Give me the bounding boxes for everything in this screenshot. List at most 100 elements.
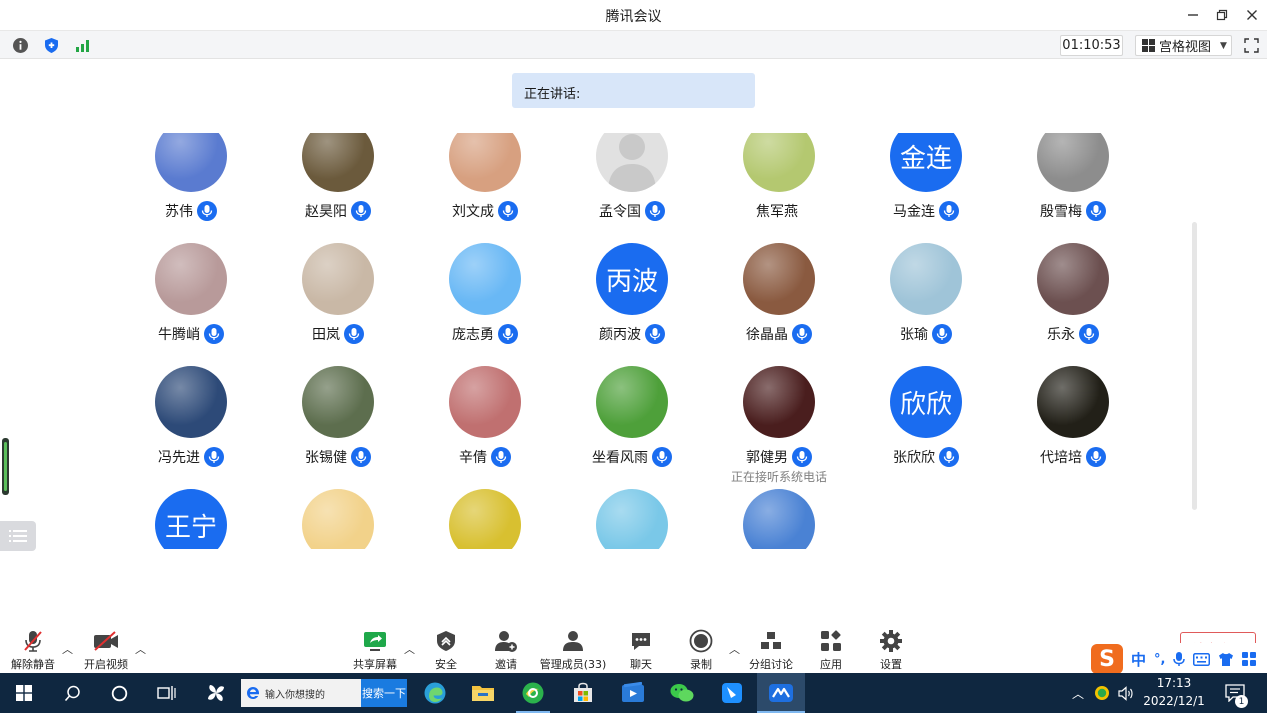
fullscreen-button[interactable]: [1241, 35, 1261, 56]
invite-button[interactable]: 邀请: [488, 627, 524, 673]
participant-tile[interactable]: 辛倩: [412, 366, 558, 489]
ime-skin-button[interactable]: [1218, 652, 1234, 667]
pinwheel-icon: [208, 685, 224, 701]
wechat-button[interactable]: [665, 673, 699, 713]
browser-search-input[interactable]: 输入你想搜的: [241, 679, 361, 707]
notification-center-button[interactable]: 1: [1222, 673, 1248, 713]
participant-name: 赵昊阳: [305, 204, 347, 220]
start-video-label: 开启视频: [84, 658, 128, 671]
gear-icon: [880, 630, 902, 652]
ime-language-toggle[interactable]: 中: [1131, 649, 1146, 670]
start-button[interactable]: [8, 673, 40, 713]
browser-search-button[interactable]: 搜索一下: [361, 679, 407, 707]
movies-tv-button[interactable]: [616, 673, 650, 713]
edge-icon: [424, 682, 446, 704]
share-screen-icon: [364, 632, 386, 651]
participant-name: 乐永: [1047, 327, 1075, 343]
breakout-button[interactable]: 分组讨论: [748, 627, 794, 673]
participant-tile[interactable]: 张瑜: [853, 243, 999, 366]
meeting-info-button[interactable]: [11, 36, 29, 54]
close-button[interactable]: [1239, 4, 1265, 26]
view-mode-dropdown[interactable]: 宫格视图 ▼: [1135, 35, 1232, 56]
participant-tile[interactable]: [265, 489, 411, 549]
security-button[interactable]: 安全: [428, 627, 464, 673]
store-button[interactable]: [566, 673, 600, 713]
mic-icon: [1083, 328, 1095, 340]
shield-icon: [44, 37, 58, 53]
network-signal-button[interactable]: [73, 36, 91, 54]
pinwheel-app-button[interactable]: [199, 673, 233, 713]
participant-tile[interactable]: 代培培: [1000, 366, 1146, 489]
tray-app-icon[interactable]: [1092, 673, 1112, 713]
participant-avatar: [890, 243, 962, 315]
ime-toolbox-button[interactable]: [1242, 652, 1257, 666]
taskbar-search-button[interactable]: [56, 673, 88, 713]
participant-name-row: 牛腾峭: [118, 324, 264, 344]
participant-list-toggle[interactable]: [0, 521, 36, 551]
participant-tile[interactable]: 殷雪梅: [1000, 133, 1146, 243]
participant-tile[interactable]: 金连 马金连: [853, 133, 999, 243]
video-options-caret[interactable]: ︿: [135, 641, 146, 657]
volume-button[interactable]: [1116, 673, 1136, 713]
restore-button[interactable]: [1209, 4, 1235, 26]
record-button[interactable]: 录制: [683, 627, 719, 673]
participant-tile[interactable]: 庞志勇: [412, 243, 558, 366]
participant-tile[interactable]: 苏伟: [118, 133, 264, 243]
audio-options-caret[interactable]: ︿: [62, 641, 73, 657]
share-screen-button[interactable]: 共享屏幕: [352, 627, 398, 673]
mic-icon: [649, 205, 661, 217]
participant-tile[interactable]: 焦军燕: [706, 133, 852, 243]
settings-button[interactable]: 设置: [873, 627, 909, 673]
unmute-button[interactable]: 解除静音: [10, 627, 56, 673]
file-explorer-button[interactable]: [466, 673, 500, 713]
participant-tile[interactable]: 赵昊阳: [265, 133, 411, 243]
security-shield-button[interactable]: [42, 36, 60, 54]
participant-tile[interactable]: 郭健男 正在接听系统电话: [706, 366, 852, 489]
participant-tile[interactable]: [559, 489, 705, 549]
participant-avatar: [596, 366, 668, 438]
participant-name-row: 冯先进: [118, 447, 264, 467]
cortana-button[interactable]: [103, 673, 135, 713]
avatar-initials: 丙波: [605, 266, 658, 297]
ime-punctuation-toggle[interactable]: °,: [1154, 652, 1165, 667]
participant-tile[interactable]: 孟令国: [559, 133, 705, 243]
participant-tile[interactable]: 徐晶晶: [706, 243, 852, 366]
participant-tile[interactable]: 丙波 颜丙波: [559, 243, 705, 366]
participant-tile[interactable]: 张锡健: [265, 366, 411, 489]
participant-tile[interactable]: 牛腾峭: [118, 243, 264, 366]
participant-avatar: [743, 366, 815, 438]
unmute-label: 解除静音: [11, 658, 55, 671]
start-video-button[interactable]: 开启视频: [82, 627, 130, 673]
apps-button[interactable]: 应用: [813, 627, 849, 673]
participant-tile[interactable]: [412, 489, 558, 549]
participant-tile[interactable]: 冯先进: [118, 366, 264, 489]
participant-tile[interactable]: 乐永: [1000, 243, 1146, 366]
clock-time[interactable]: 17:13: [1142, 676, 1206, 690]
participant-tile[interactable]: 田岚: [265, 243, 411, 366]
ime-voice-button[interactable]: [1173, 651, 1186, 667]
share-options-caret[interactable]: ︿: [404, 641, 415, 657]
grid-scrollbar[interactable]: [1192, 222, 1197, 510]
record-options-caret[interactable]: ︿: [729, 641, 740, 657]
clock-date[interactable]: 2022/12/1: [1138, 694, 1210, 708]
participant-tile[interactable]: 刘文成: [412, 133, 558, 243]
minimize-button[interactable]: [1180, 4, 1206, 26]
participant-tile[interactable]: 王宁: [118, 489, 264, 549]
ime-keyboard-button[interactable]: [1193, 652, 1211, 666]
chat-button[interactable]: 聊天: [623, 627, 659, 673]
tray-overflow-caret[interactable]: ︿: [1070, 673, 1086, 713]
mic-icon: [796, 451, 808, 463]
task-view-button[interactable]: [150, 673, 182, 713]
participant-tile[interactable]: [706, 489, 852, 549]
participant-name: 刘文成: [452, 204, 494, 220]
participant-tile[interactable]: 欣欣 张欣欣: [853, 366, 999, 489]
edge-browser-button[interactable]: [418, 673, 452, 713]
sogou-ime-logo[interactable]: S: [1091, 644, 1123, 674]
tencent-meeting-taskbar-button[interactable]: [757, 673, 805, 713]
browser-360-button[interactable]: [516, 673, 550, 713]
manage-members-button[interactable]: 管理成员(33): [538, 627, 608, 673]
participant-mic-status: [1079, 324, 1099, 344]
participant-tile[interactable]: 坐看风雨: [559, 366, 705, 489]
participant-avatar: [743, 489, 815, 549]
feishu-button[interactable]: [715, 673, 749, 713]
